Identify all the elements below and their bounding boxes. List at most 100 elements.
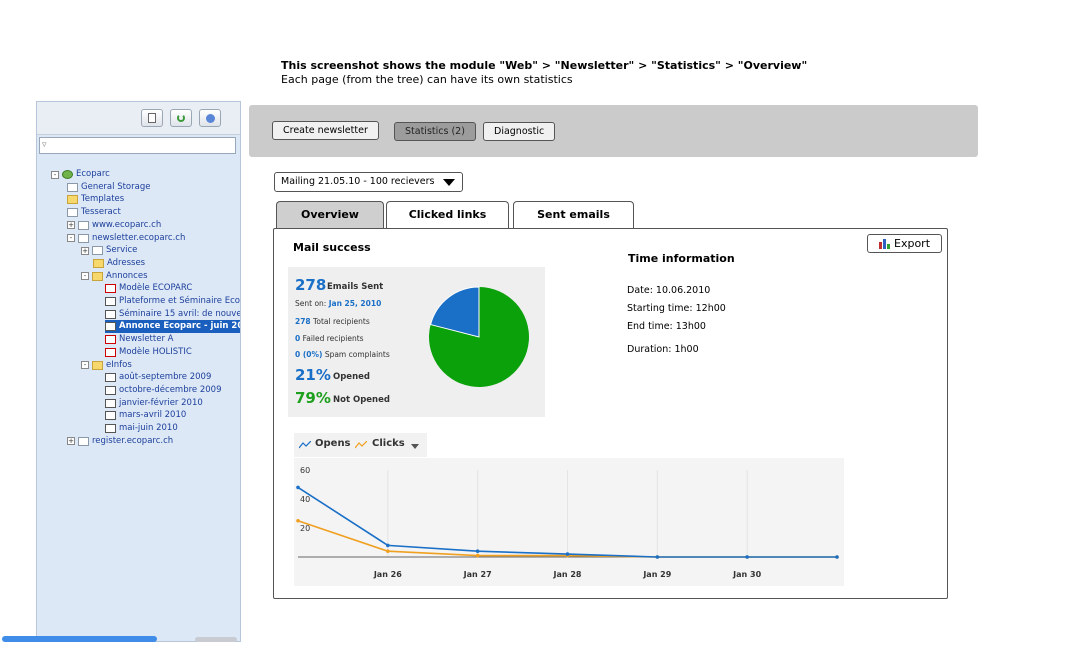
time-date: Date: 10.06.2010 — [627, 285, 711, 296]
dropdown-arrow-icon — [443, 179, 455, 186]
mail-icon — [105, 322, 116, 332]
create-newsletter-button[interactable]: Create newsletter — [272, 121, 379, 140]
caption-title: This screenshot shows the module "Web" >… — [281, 59, 808, 72]
collapse-icon[interactable]: - — [67, 234, 75, 242]
tree-item[interactable]: mai-juin 2010 — [105, 422, 178, 435]
tree-item[interactable]: Modèle ECOPARC — [105, 282, 192, 295]
failed-recipients-line: 0 Failed recipients — [295, 334, 364, 343]
mailing-select[interactable]: Mailing 21.05.10 - 100 recievers — [274, 172, 463, 192]
mail-success-title: Mail success — [293, 241, 371, 254]
tree-item-label: newsletter.ecoparc.ch — [92, 232, 186, 243]
tree-item[interactable]: Templates — [67, 193, 124, 206]
time-information-title: Time information — [628, 252, 735, 265]
collapse-icon[interactable]: - — [51, 170, 59, 179]
expand-icon[interactable]: + — [81, 246, 89, 255]
tab-sent-emails[interactable]: Sent emails — [513, 201, 634, 229]
tree-item[interactable]: août-septembre 2009 — [105, 371, 211, 384]
tree-item[interactable]: + register.ecoparc.ch — [67, 435, 173, 448]
tree-item-label: Séminaire 15 avril: de nouve — [119, 308, 241, 319]
x-tick-label: Jan 29 — [642, 570, 671, 579]
tree-item[interactable]: - eInfos — [81, 359, 132, 372]
tree-item[interactable]: Modèle HOLISTIC — [105, 346, 192, 359]
chart-series-selector[interactable]: Opens Clicks — [294, 433, 427, 457]
not-opened-value: 79% — [295, 389, 331, 407]
expand-icon[interactable]: + — [67, 221, 75, 230]
x-tick-label: Jan 27 — [463, 570, 492, 579]
tree-item-label: Modèle HOLISTIC — [119, 346, 192, 357]
legend-clicks[interactable]: Clicks — [372, 438, 405, 449]
newsletter-toolbar: Create newsletter Statistics (2) Diagnos… — [249, 105, 978, 157]
mail-success-stats: 278 Emails Sent Sent on: Jan 25, 2010 27… — [288, 267, 545, 417]
tree-item-label: octobre-décembre 2009 — [119, 384, 222, 395]
time-start: Starting time: 12h00 — [627, 303, 726, 314]
data-point-clicks[interactable] — [475, 553, 480, 558]
mail-icon — [105, 309, 116, 319]
diagnostic-button[interactable]: Diagnostic — [483, 122, 556, 141]
tree-item[interactable]: Tesseract — [67, 206, 121, 219]
expand-icon[interactable]: + — [67, 437, 75, 446]
tree-item[interactable]: janvier-février 2010 — [105, 397, 203, 410]
globe-icon — [62, 170, 73, 179]
tab-overview[interactable]: Overview — [276, 201, 384, 229]
emails-sent-label: Emails Sent — [327, 282, 384, 292]
tree-item[interactable]: Séminaire 15 avril: de nouve — [105, 308, 241, 321]
collapse-icon[interactable]: - — [81, 361, 89, 369]
tree-item[interactable]: + www.ecoparc.ch — [67, 219, 161, 232]
data-point-clicks[interactable] — [386, 549, 390, 553]
sent-on-line: Sent on: Jan 25, 2010 — [295, 299, 382, 308]
tree-item[interactable]: General Storage — [67, 181, 150, 194]
total-recipients-line: 278 Total recipients — [295, 317, 370, 326]
data-point-opens[interactable] — [655, 555, 660, 559]
legend-opens[interactable]: Opens — [315, 438, 351, 449]
tree-item[interactable]: octobre-décembre 2009 — [105, 384, 221, 397]
opens-clicks-line-chart: 60 40 20 Jan 26 Jan 27 Jan 28 Jan 29 Jan 30 — [296, 466, 839, 579]
tree-item[interactable]: - newsletter.ecoparc.ch — [67, 232, 185, 245]
tree-item[interactable]: Newsletter A — [105, 333, 173, 346]
page-icon — [78, 233, 89, 243]
tree-item-label: Ecoparc — [76, 169, 110, 179]
caption: This screenshot shows the module "Web" >… — [281, 59, 981, 87]
bar-chart-icon — [879, 239, 890, 249]
tree-item-label: Plateforme et Séminaire Ecop — [119, 296, 241, 306]
statistics-button[interactable]: Statistics (2) — [394, 122, 476, 141]
tree-item[interactable]: - Annonces — [81, 270, 148, 283]
folder-icon — [92, 271, 103, 281]
tree-item[interactable]: mars-avril 2010 — [105, 409, 186, 422]
horizontal-scrollbar[interactable] — [2, 636, 157, 642]
data-point-opens[interactable] — [475, 549, 480, 553]
tree-item-label: Annonces — [106, 270, 148, 281]
help-icon[interactable] — [199, 109, 221, 127]
tree-item[interactable]: Plateforme et Séminaire Ecop — [105, 295, 241, 308]
tree-item[interactable]: Annonce Ecoparc - juin 20 — [105, 320, 240, 334]
tree-item-label: www.ecoparc.ch — [92, 219, 162, 230]
mailing-select-value: Mailing 21.05.10 - 100 recievers — [281, 176, 435, 187]
tree-item[interactable]: + Service — [81, 244, 137, 257]
spam-complaints-line: 0 (0%) Spam complaints — [295, 350, 390, 359]
y-tick-label: 40 — [300, 495, 310, 504]
y-tick-label: 60 — [300, 466, 310, 475]
tree-item[interactable]: Adresses — [93, 257, 145, 270]
tab-clicked-links[interactable]: Clicked links — [386, 201, 509, 229]
chevron-down-icon[interactable] — [411, 444, 419, 449]
tree-item-label: Templates — [81, 194, 125, 205]
scroll-arrows[interactable] — [195, 637, 237, 642]
folder-icon — [67, 195, 78, 205]
data-point-opens[interactable] — [296, 485, 300, 490]
x-tick-label: Jan 26 — [373, 570, 402, 579]
tree-filter-input[interactable]: ▿ — [39, 137, 236, 154]
new-page-icon[interactable] — [141, 109, 163, 127]
data-point-opens[interactable] — [386, 543, 390, 548]
tree-item-label: Adresses — [107, 257, 146, 268]
refresh-icon[interactable] — [170, 109, 192, 127]
data-point-opens[interactable] — [835, 555, 839, 559]
collapse-icon[interactable]: - — [81, 272, 89, 281]
tree-item[interactable]: - Ecoparc — [51, 168, 110, 181]
y-tick-label: 20 — [300, 524, 310, 533]
tree-item-label: Newsletter A — [119, 334, 174, 345]
data-point-opens[interactable] — [565, 552, 570, 556]
tree-item-label: eInfos — [106, 359, 132, 370]
tree-scrollbar[interactable] — [240, 262, 241, 362]
tree-item-label: register.ecoparc.ch — [92, 435, 174, 446]
data-point-clicks[interactable] — [296, 518, 300, 523]
data-point-opens[interactable] — [745, 555, 749, 559]
